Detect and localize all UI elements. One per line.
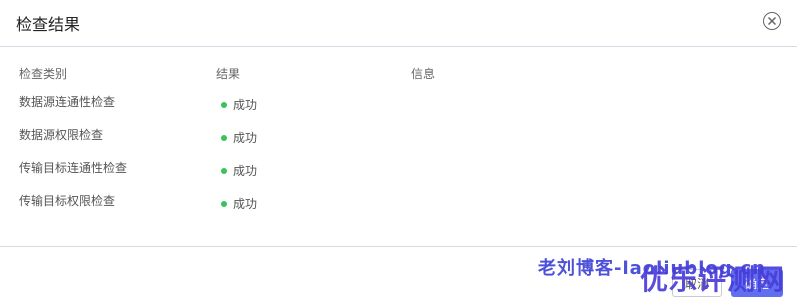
check-result-dialog: 检查结果 检查类别 结果 信息 数据源连通性检查 成功 数据源权限检查 成功 传… [0,0,797,303]
success-dot-icon [221,200,227,207]
column-header-result: 结果 [216,67,241,81]
success-dot-icon [221,167,227,174]
row-3-result-text: 成功 [233,164,258,178]
close-button[interactable] [763,12,781,30]
row-2-result: 成功 [221,129,257,146]
row-3-type: 传输目标连通性检查 [19,161,128,175]
row-3-result: 成功 [221,162,257,179]
row-1-type: 数据源连通性检查 [19,95,116,109]
success-dot-icon [221,134,227,141]
row-4-type: 传输目标权限检查 [19,194,116,208]
watermark-site: 优乐评测网 [640,263,786,296]
close-icon [767,16,777,26]
row-1-result-text: 成功 [233,98,258,112]
row-2-result-text: 成功 [233,131,258,145]
row-4-result: 成功 [221,195,257,212]
success-dot-icon [221,101,227,108]
row-1-result: 成功 [221,96,257,113]
column-header-type: 检查类别 [19,67,68,81]
dialog-header: 检查结果 [0,0,797,47]
row-4-result-text: 成功 [233,197,258,211]
row-2-type: 数据源权限检查 [19,128,104,142]
column-header-info: 信息 [411,67,436,81]
dialog-title: 检查结果 [16,15,81,34]
